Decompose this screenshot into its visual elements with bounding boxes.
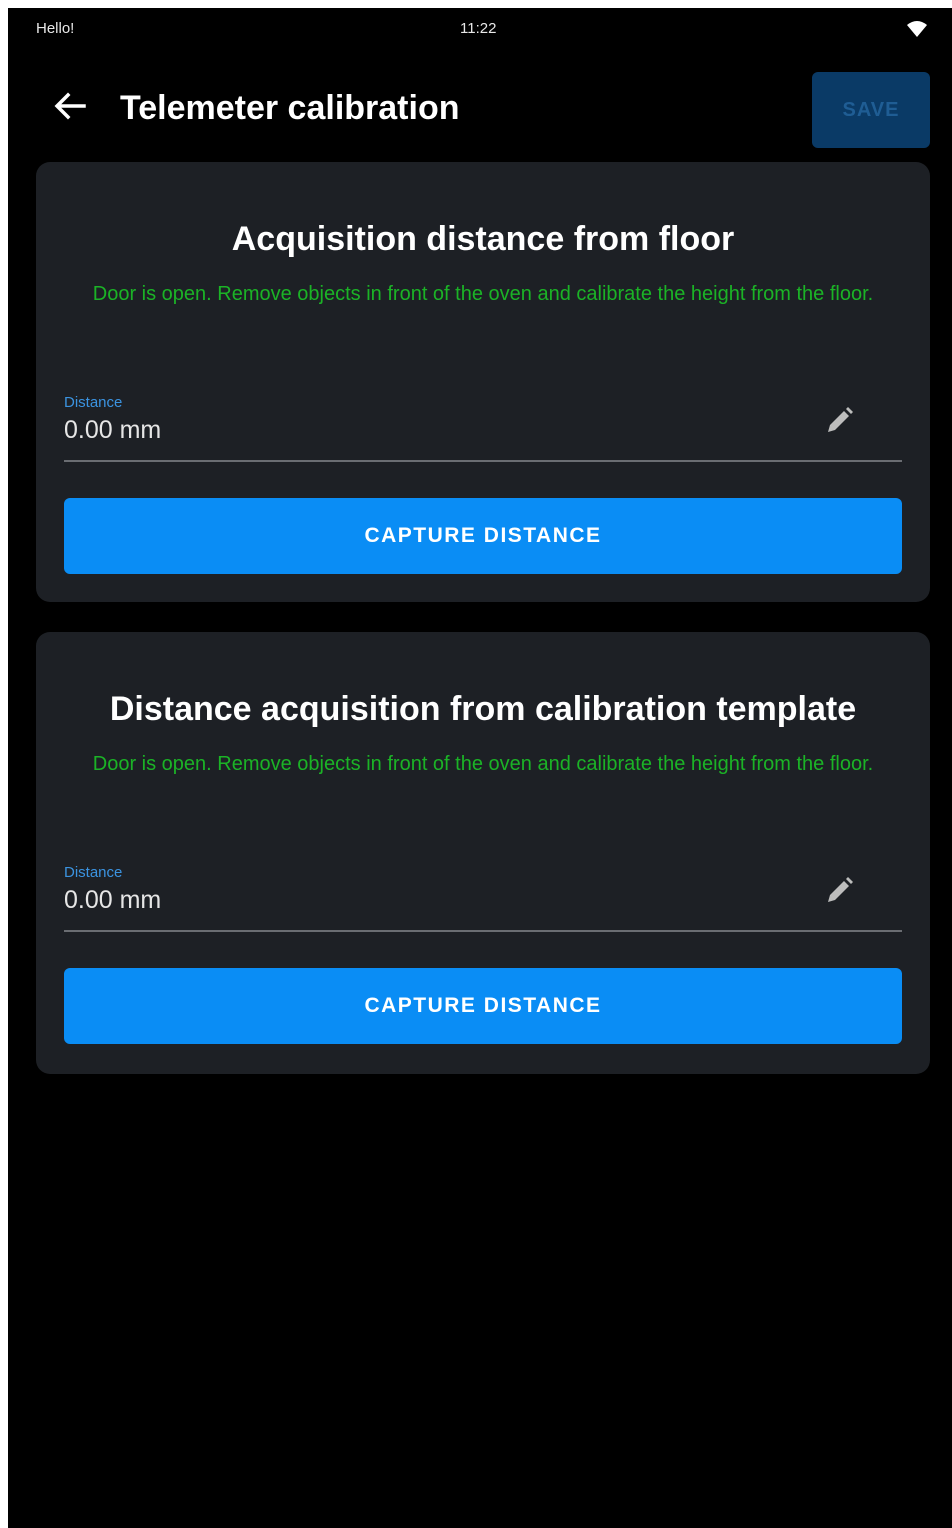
page-title: Telemeter calibration bbox=[120, 89, 460, 127]
card-title: Acquisition distance from floor bbox=[231, 220, 735, 258]
distance-value: 0.00 mm bbox=[64, 886, 162, 914]
status-message: Door is open. Remove objects in front of… bbox=[92, 753, 874, 775]
capture-distance-button[interactable]: CAPTURE DISTANCE bbox=[64, 968, 902, 1044]
arrow-left-icon bbox=[54, 92, 86, 120]
distance-label: Distance bbox=[64, 864, 123, 881]
pencil-icon[interactable] bbox=[822, 404, 856, 438]
card-title: Distance acquisition from calibration te… bbox=[109, 690, 857, 728]
distance-value: 0.00 mm bbox=[64, 416, 162, 444]
template-distance-card: Distance acquisition from calibration te… bbox=[36, 632, 930, 1074]
wifi-icon bbox=[906, 20, 928, 38]
save-button[interactable]: SAVE bbox=[812, 72, 930, 148]
back-button[interactable] bbox=[48, 84, 92, 128]
status-message: Door is open. Remove objects in front of… bbox=[92, 283, 874, 305]
status-bar: Hello! 11:22 bbox=[8, 8, 952, 52]
distance-field[interactable]: Distance 0.00 mm bbox=[64, 388, 902, 462]
app-bar: Telemeter calibration SAVE bbox=[8, 64, 952, 148]
status-greeting: Hello! bbox=[36, 20, 75, 37]
pencil-icon[interactable] bbox=[822, 874, 856, 908]
distance-label: Distance bbox=[64, 394, 123, 411]
floor-distance-card: Acquisition distance from floor Door is … bbox=[36, 162, 930, 602]
screen: Hello! 11:22 Telemeter calibration SAVE … bbox=[8, 8, 952, 1528]
status-time: 11:22 bbox=[460, 20, 497, 37]
capture-distance-button[interactable]: CAPTURE DISTANCE bbox=[64, 498, 902, 574]
distance-field[interactable]: Distance 0.00 mm bbox=[64, 858, 902, 932]
